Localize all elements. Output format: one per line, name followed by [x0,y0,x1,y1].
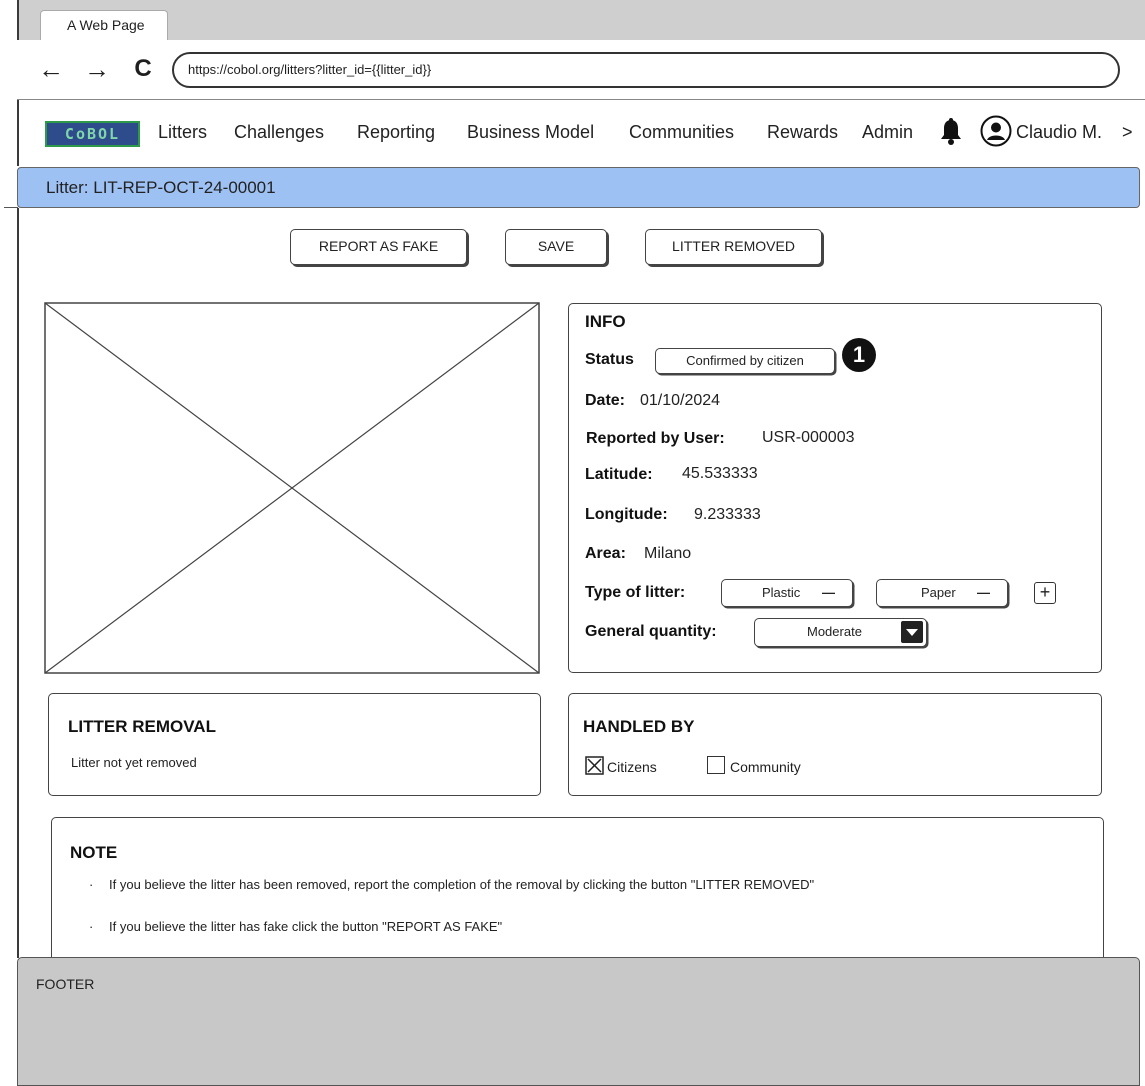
status-label: Status [585,351,634,368]
latitude-value: 45.533333 [682,465,758,482]
litter-type-chip-label: Plastic [762,585,801,600]
handled-by-title: HANDLED BY [583,717,695,736]
page-border [17,208,19,958]
note-line: If you believe the litter has been remov… [109,877,815,892]
quantity-value: Moderate [807,624,862,639]
community-label[interactable]: Community [730,759,801,775]
nav-item-litters[interactable]: Litters [158,120,207,144]
reload-icon[interactable]: C [128,52,158,86]
litter-type-chip[interactable]: Paper — [876,579,1008,607]
longitude-value: 9.233333 [694,506,761,523]
note-bullet: · [89,877,94,892]
add-litter-type-button[interactable]: + [1034,582,1056,604]
page-title: Litter: LIT-REP-OCT-24-00001 [17,167,1140,208]
report-fake-button[interactable]: REPORT AS FAKE [290,229,467,265]
user-name[interactable]: Claudio M. [1016,120,1102,144]
date-value: 01/10/2024 [640,392,721,409]
nav-item-challenges[interactable]: Challenges [234,120,324,144]
note-title: NOTE [70,843,118,862]
handled-by-panel [568,693,1102,796]
forward-arrow-icon[interactable]: → [82,52,112,86]
area-label: Area: [585,545,626,562]
quantity-select[interactable]: Moderate [754,618,927,647]
note-line: If you believe the litter has fake click… [109,919,503,934]
litter-removal-panel [48,693,541,796]
divider [4,207,18,208]
save-button[interactable]: SAVE [505,229,607,265]
info-title: INFO [585,312,626,331]
minus-icon[interactable]: — [977,580,990,605]
citizens-checkbox[interactable] [585,756,604,775]
status-badge[interactable]: Confirmed by citizen [655,348,835,374]
nav-item-reporting[interactable]: Reporting [357,120,435,144]
nav-item-business-model[interactable]: Business Model [467,120,594,144]
litter-type-chip[interactable]: Plastic — [721,579,853,607]
reported-by-value: USR-000003 [762,429,855,446]
note-bullet: · [89,919,94,934]
citizens-label[interactable]: Citizens [607,759,657,775]
latitude-label: Latitude: [585,466,653,483]
date-label: Date: [585,392,626,409]
area-value: Milano [644,545,692,562]
url-bar[interactable]: https://cobol.org/litters?litter_id={{li… [172,52,1120,88]
chevron-right-icon[interactable]: > [1122,120,1133,144]
browser-tab[interactable]: A Web Page [40,10,168,40]
user-avatar-icon[interactable] [980,115,1012,147]
litter-removal-title: LITTER REMOVAL [68,717,216,736]
general-quantity-label: General quantity: [585,623,717,640]
litter-type-chip-label: Paper [921,585,956,600]
back-arrow-icon[interactable]: ← [36,52,66,86]
footer: FOOTER [17,957,1140,1086]
reported-by-label: Reported by User: [586,430,725,447]
litter-removal-status: Litter not yet removed [71,755,197,770]
type-of-litter-label: Type of litter: [585,584,686,601]
minus-icon[interactable]: — [822,580,835,605]
litter-image-placeholder [44,302,540,674]
bell-icon[interactable] [938,117,964,147]
nav-item-rewards[interactable]: Rewards [767,120,838,144]
nav-item-communities[interactable]: Communities [629,120,734,144]
nav-item-admin[interactable]: Admin [862,120,913,144]
logo[interactable]: CoBOL [45,121,140,147]
community-checkbox[interactable] [707,756,725,774]
litter-removed-button[interactable]: LITTER REMOVED [645,229,822,265]
annotation-marker: 1 [842,338,876,372]
longitude-label: Longitude: [585,506,668,523]
chevron-down-icon[interactable] [901,621,923,643]
